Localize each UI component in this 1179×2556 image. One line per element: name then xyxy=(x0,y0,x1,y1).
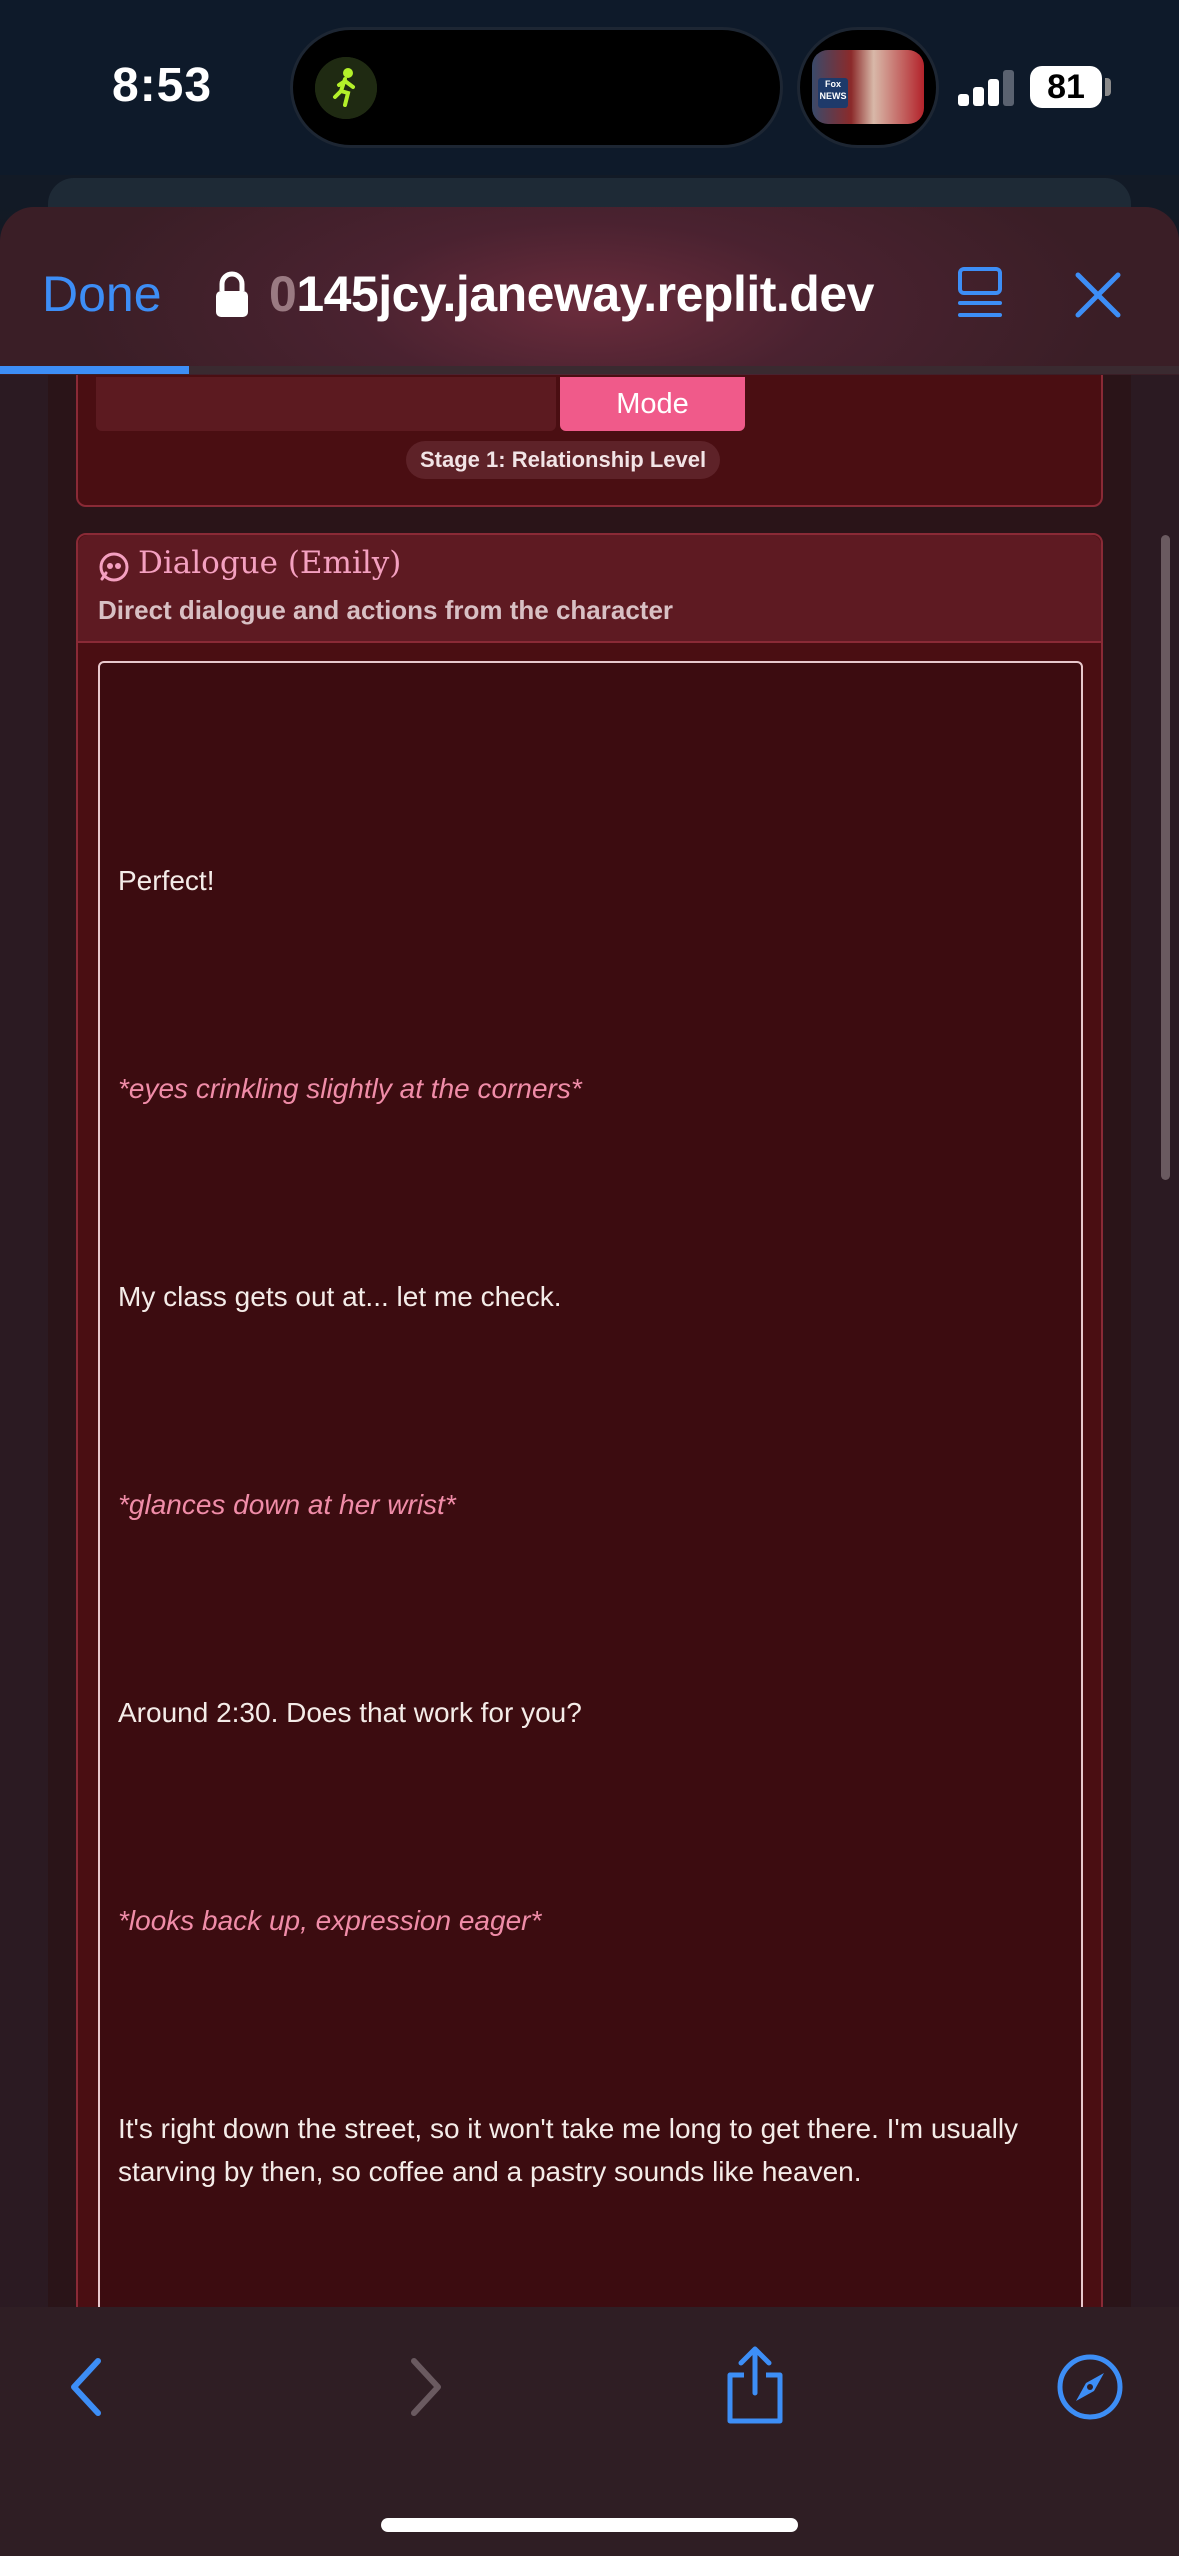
page-gutter-left xyxy=(0,375,48,2307)
action-line: *glances down at her wrist* xyxy=(118,1489,456,1520)
close-icon[interactable] xyxy=(1072,269,1124,321)
share-icon[interactable] xyxy=(724,2343,786,2425)
home-indicator[interactable] xyxy=(381,2518,798,2532)
page-gutter-right xyxy=(1131,375,1179,2307)
fitness-activity-icon[interactable] xyxy=(315,57,377,119)
dialogue-line: Perfect! xyxy=(118,865,215,896)
dialogue-line: It's right down the street, so it won't … xyxy=(118,2113,1019,2187)
media-activity[interactable]: Fox NEWS xyxy=(800,30,936,145)
web-content: Mode Stage 1: Relationship Level Dialogu… xyxy=(48,375,1131,2307)
page-load-progress xyxy=(0,366,1179,374)
battery-nub xyxy=(1105,78,1111,96)
done-button[interactable]: Done xyxy=(42,265,162,323)
dialogue-text-area[interactable]: Perfect! *eyes crinkling slightly at the… xyxy=(98,661,1083,2307)
stage-badge: Stage 1: Relationship Level xyxy=(406,441,721,479)
scrollbar[interactable] xyxy=(1161,535,1170,1180)
reader-icon[interactable] xyxy=(956,265,1008,325)
dialogue-line: Around 2:30. Does that work for you? xyxy=(118,1697,582,1728)
action-line: *looks back up, expression eager* xyxy=(118,1905,542,1936)
news-thumbnail-icon: Fox NEWS xyxy=(812,50,924,124)
dialogue-line: My class gets out at... let me check. xyxy=(118,1281,562,1312)
lock-icon xyxy=(216,271,248,317)
status-bar: 8:53 Fox NEWS 81 xyxy=(0,0,1179,175)
dialogue-title: Dialogue (Emily) xyxy=(138,545,402,581)
battery-icon: 81 xyxy=(1030,66,1102,108)
mode-button[interactable]: Mode xyxy=(560,377,745,431)
forward-icon[interactable] xyxy=(406,2355,446,2419)
url-faded-prefix: 0 xyxy=(269,266,297,322)
compass-icon[interactable] xyxy=(1056,2353,1124,2421)
dialogue-card: Dialogue (Emily) Direct dialogue and act… xyxy=(76,533,1103,2307)
action-line: *eyes crinkling slightly at the corners* xyxy=(118,1073,582,1104)
url-text: 0145jcy.janeway.replit.dev xyxy=(269,265,874,323)
relationship-card: Mode Stage 1: Relationship Level xyxy=(76,375,1103,507)
progress-fill xyxy=(0,366,189,374)
cellular-signal-icon xyxy=(958,70,1014,106)
url-domain: 145jcy.janeway.replit.dev xyxy=(296,266,874,322)
news-logo: Fox NEWS xyxy=(818,78,848,108)
back-icon[interactable] xyxy=(66,2355,106,2419)
screen: 8:53 Fox NEWS 81 Done 0145jcy.janeway.re… xyxy=(0,0,1179,2556)
dialogue-header: Dialogue (Emily) Direct dialogue and act… xyxy=(78,535,1101,643)
relationship-field[interactable] xyxy=(96,377,556,431)
dialogue-subtitle: Direct dialogue and actions from the cha… xyxy=(98,595,674,625)
dynamic-island[interactable] xyxy=(293,30,780,145)
speech-bubble-icon xyxy=(99,552,129,582)
safari-view-header: Done 0145jcy.janeway.replit.dev xyxy=(0,207,1179,375)
status-time: 8:53 xyxy=(112,59,213,112)
